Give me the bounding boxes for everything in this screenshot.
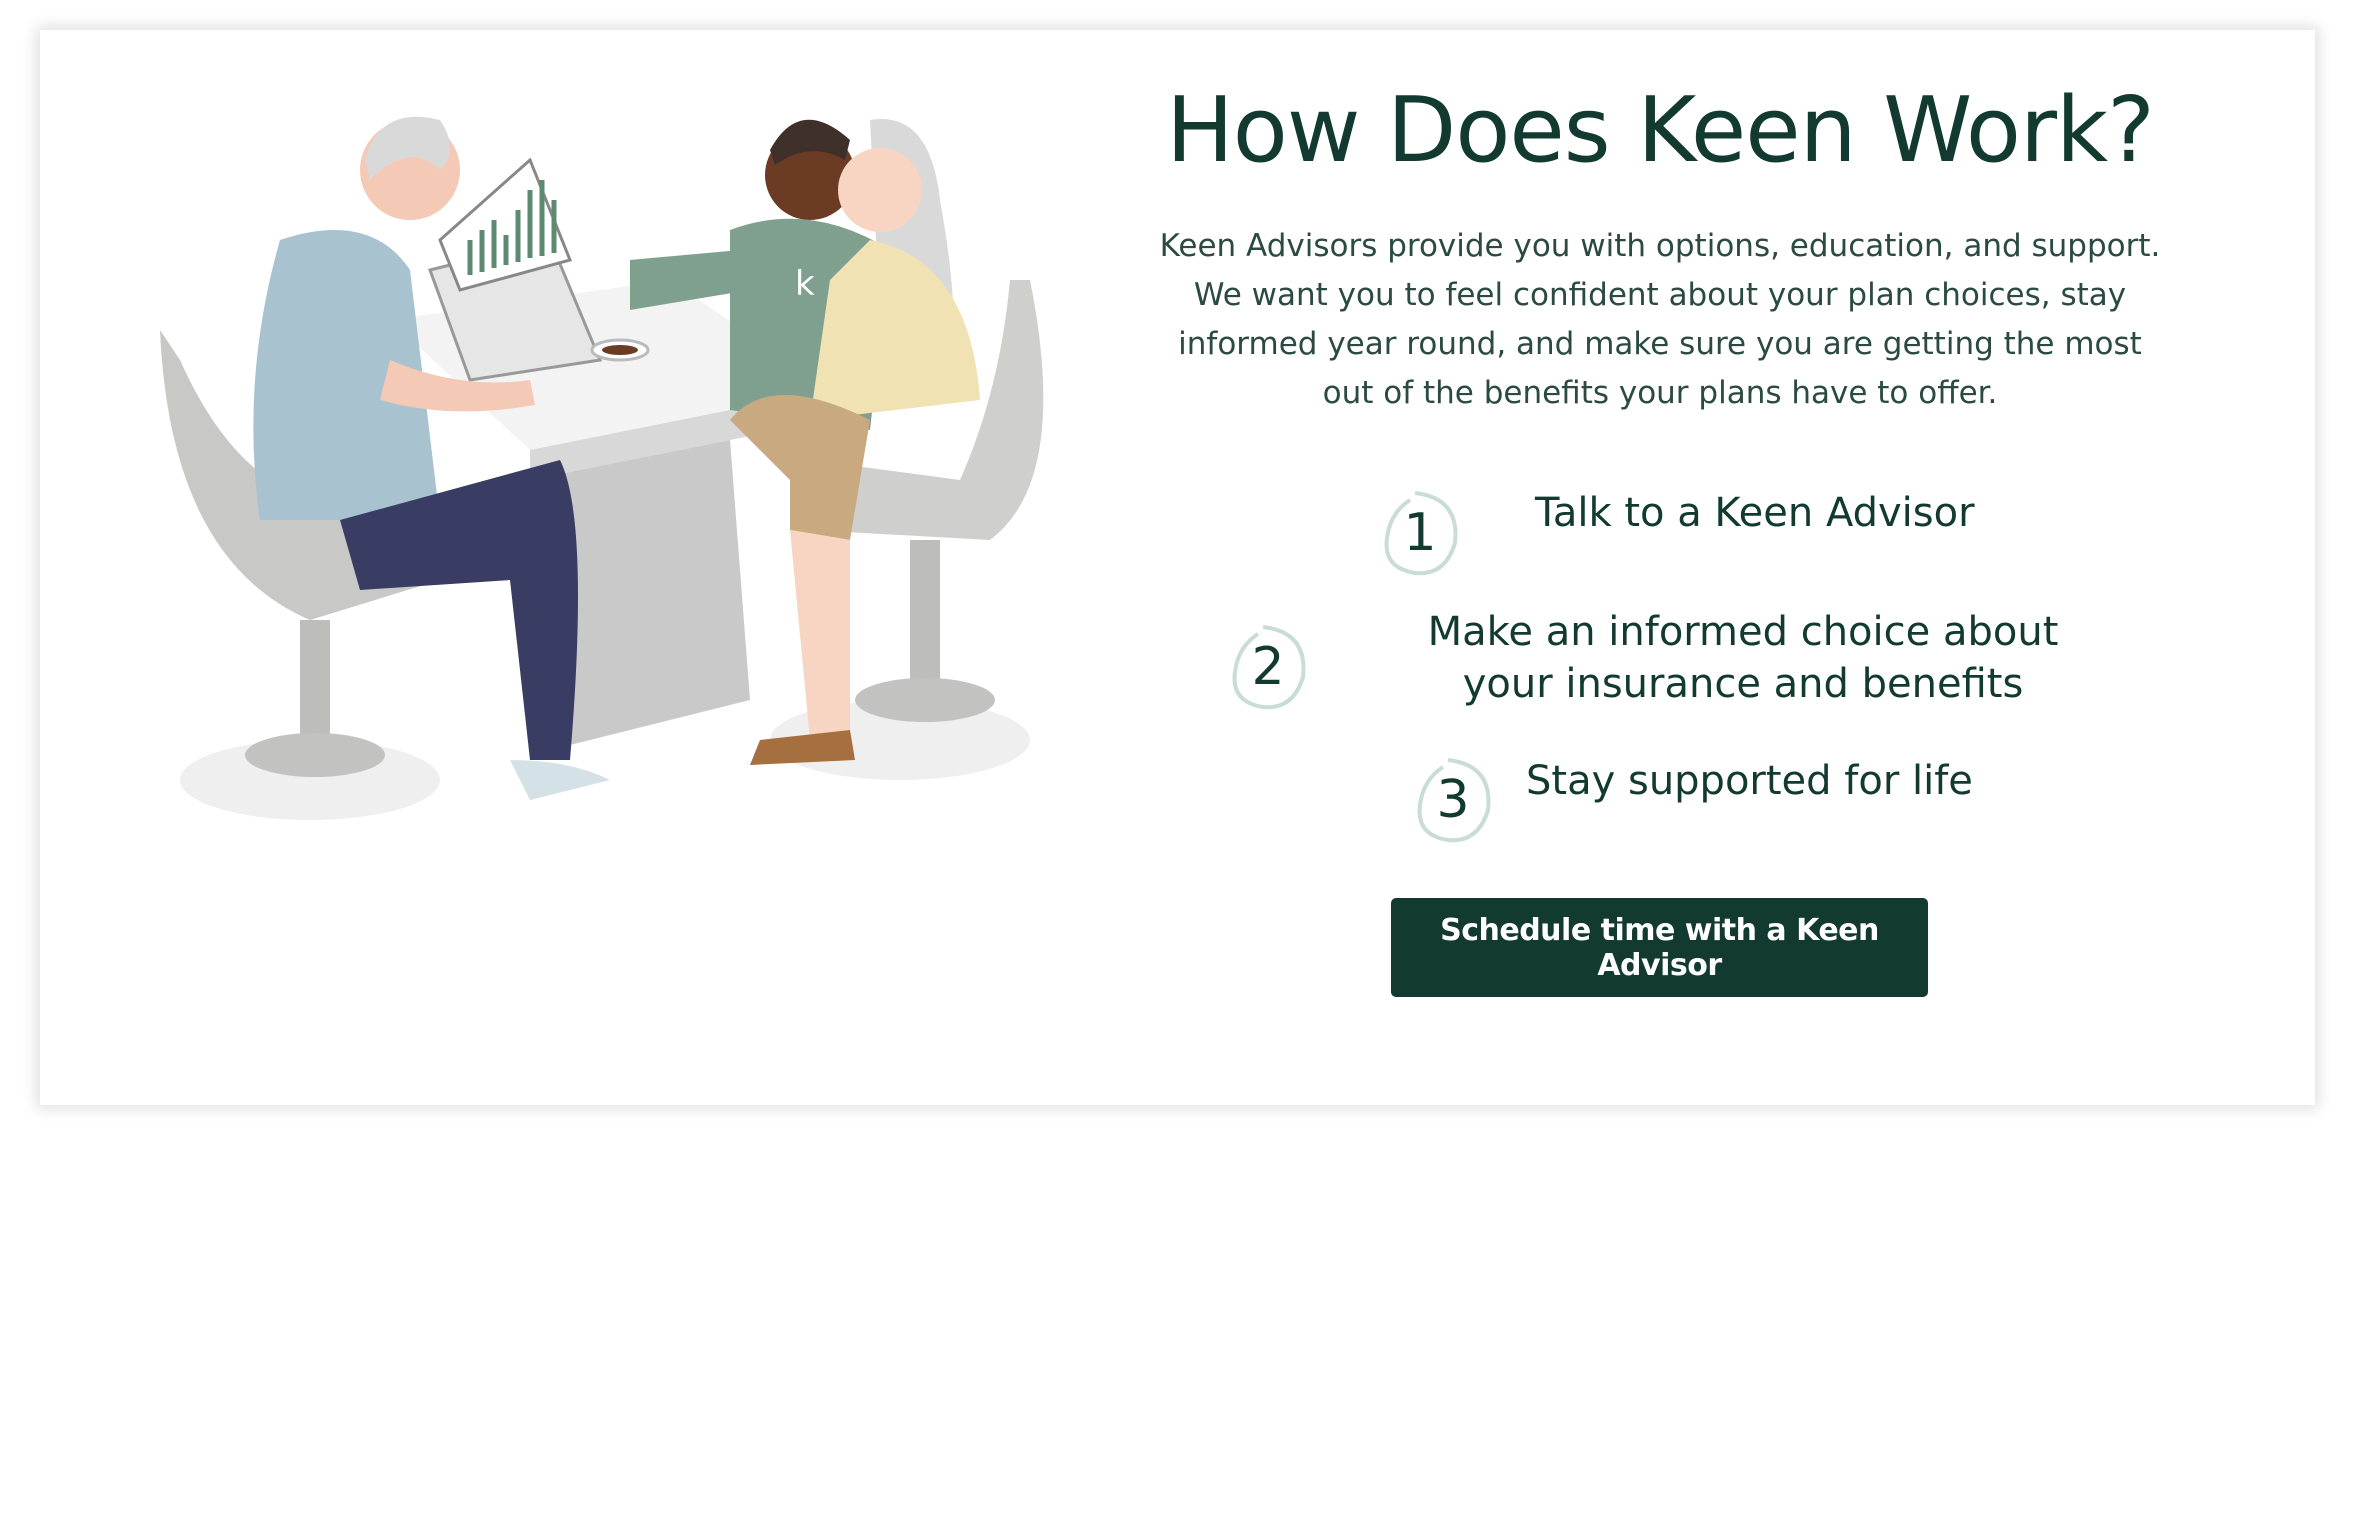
step-1-number-badge: 1 bbox=[1375, 488, 1465, 578]
svg-text:k: k bbox=[795, 264, 815, 304]
step-2-number-badge: 2 bbox=[1223, 622, 1313, 712]
schedule-advisor-button[interactable]: Schedule time with a Keen Advisor bbox=[1391, 898, 1928, 997]
section-title: How Does Keen Work? bbox=[1166, 78, 2155, 183]
step-1-number: 1 bbox=[1403, 503, 1437, 563]
step-3-label: Stay supported for life bbox=[1526, 758, 1973, 804]
step-3-number: 3 bbox=[1436, 770, 1470, 830]
step-1-label: Talk to a Keen Advisor bbox=[1535, 490, 1975, 536]
advisor-meeting-illustration: k bbox=[160, 116, 1044, 820]
step-3-number-badge: 3 bbox=[1408, 755, 1498, 845]
section-description: Keen Advisors provide you with options, … bbox=[1159, 228, 2161, 411]
step-2-number: 2 bbox=[1251, 637, 1285, 697]
step-2-label: Make an informed choice about your insur… bbox=[1427, 609, 2059, 707]
